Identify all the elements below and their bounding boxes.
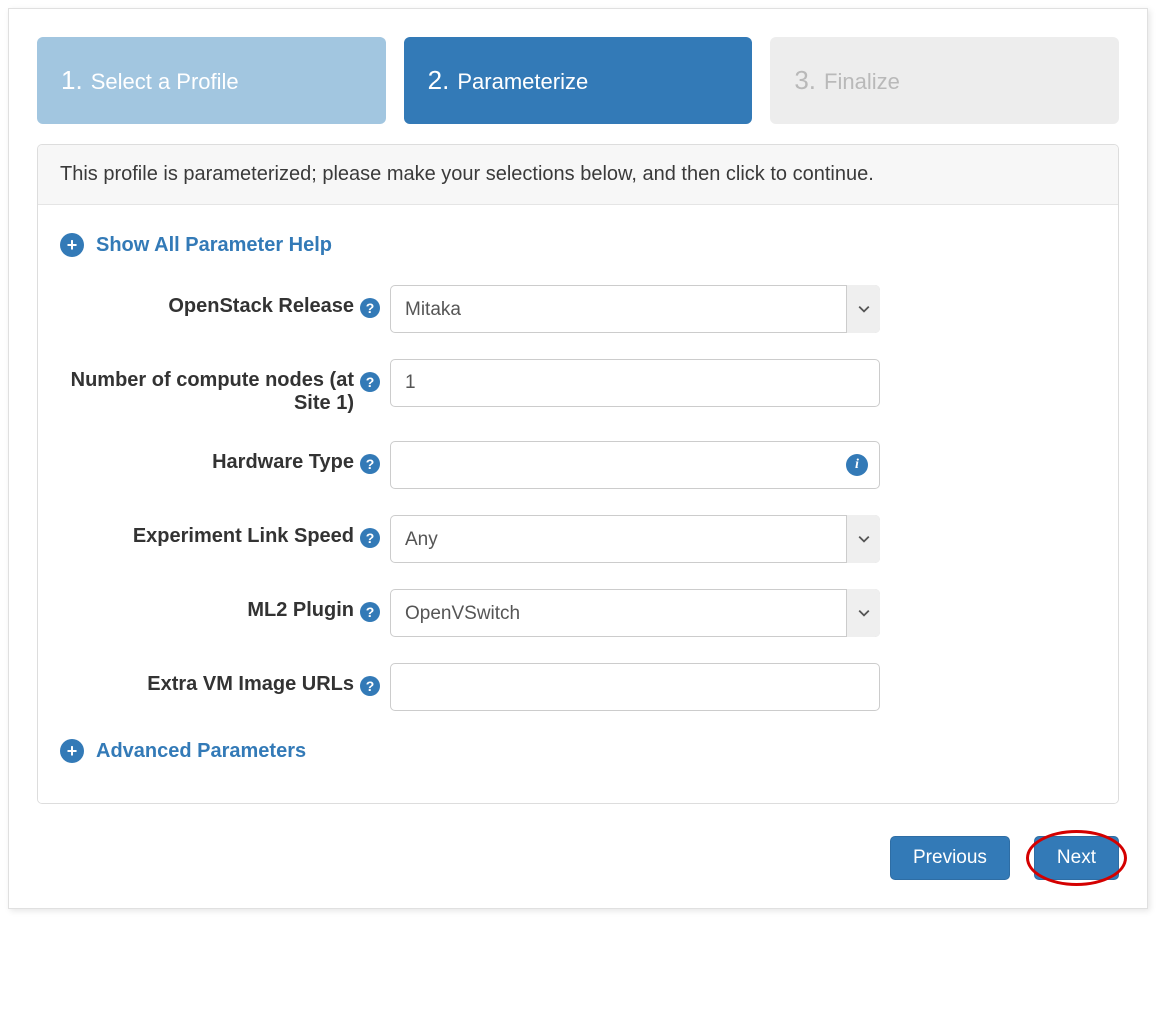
show-all-help-toggle[interactable]: + Show All Parameter Help xyxy=(60,233,1096,257)
label-openstack-release: OpenStack Release xyxy=(168,295,354,318)
input-extra-vm-urls[interactable] xyxy=(390,663,880,711)
select-ml2-plugin[interactable]: OpenVSwitch xyxy=(390,589,880,637)
advanced-parameters-toggle[interactable]: + Advanced Parameters xyxy=(60,739,1096,763)
input-hardware-type[interactable] xyxy=(390,441,880,489)
show-all-help-label: Show All Parameter Help xyxy=(96,234,332,257)
wizard-container: 1. Select a Profile 2. Parameterize 3. F… xyxy=(8,8,1148,909)
step-number: 3. xyxy=(794,65,816,96)
help-icon[interactable]: ? xyxy=(360,528,380,548)
advanced-parameters-label: Advanced Parameters xyxy=(96,740,306,763)
step-label: Finalize xyxy=(824,69,900,95)
step-parameterize[interactable]: 2. Parameterize xyxy=(404,37,753,124)
step-number: 1. xyxy=(61,65,83,96)
previous-button[interactable]: Previous xyxy=(890,836,1010,880)
row-link-speed: Experiment Link Speed ? Any xyxy=(60,515,1096,563)
step-number: 2. xyxy=(428,65,450,96)
step-label: Select a Profile xyxy=(91,69,239,95)
step-finalize: 3. Finalize xyxy=(770,37,1119,124)
next-button[interactable]: Next xyxy=(1034,836,1119,880)
help-icon[interactable]: ? xyxy=(360,298,380,318)
help-icon[interactable]: ? xyxy=(360,454,380,474)
parameter-panel: This profile is parameterized; please ma… xyxy=(37,144,1119,804)
plus-icon: + xyxy=(60,233,84,257)
wizard-footer: Previous Next xyxy=(37,836,1119,880)
plus-icon: + xyxy=(60,739,84,763)
help-icon[interactable]: ? xyxy=(360,372,380,392)
label-ml2-plugin: ML2 Plugin xyxy=(247,599,354,622)
row-extra-vm-urls: Extra VM Image URLs ? xyxy=(60,663,1096,711)
wizard-steps: 1. Select a Profile 2. Parameterize 3. F… xyxy=(37,37,1119,124)
row-hardware-type: Hardware Type ? i xyxy=(60,441,1096,489)
select-link-speed[interactable]: Any xyxy=(390,515,880,563)
select-openstack-release[interactable]: Mitaka xyxy=(390,285,880,333)
row-compute-nodes: Number of compute nodes (at Site 1) ? xyxy=(60,359,1096,415)
input-compute-nodes[interactable] xyxy=(390,359,880,407)
step-select-profile[interactable]: 1. Select a Profile xyxy=(37,37,386,124)
info-icon[interactable]: i xyxy=(846,454,868,476)
help-icon[interactable]: ? xyxy=(360,676,380,696)
step-label: Parameterize xyxy=(457,69,588,95)
row-openstack-release: OpenStack Release ? Mitaka xyxy=(60,285,1096,333)
panel-body: + Show All Parameter Help OpenStack Rele… xyxy=(38,205,1118,803)
panel-instruction: This profile is parameterized; please ma… xyxy=(38,145,1118,205)
label-extra-vm-urls: Extra VM Image URLs xyxy=(147,673,354,696)
label-compute-nodes: Number of compute nodes (at Site 1) xyxy=(60,369,354,415)
next-button-highlight: Next xyxy=(1034,836,1119,880)
help-icon[interactable]: ? xyxy=(360,602,380,622)
row-ml2-plugin: ML2 Plugin ? OpenVSwitch xyxy=(60,589,1096,637)
label-hardware-type: Hardware Type xyxy=(212,451,354,474)
label-link-speed: Experiment Link Speed xyxy=(133,525,354,548)
